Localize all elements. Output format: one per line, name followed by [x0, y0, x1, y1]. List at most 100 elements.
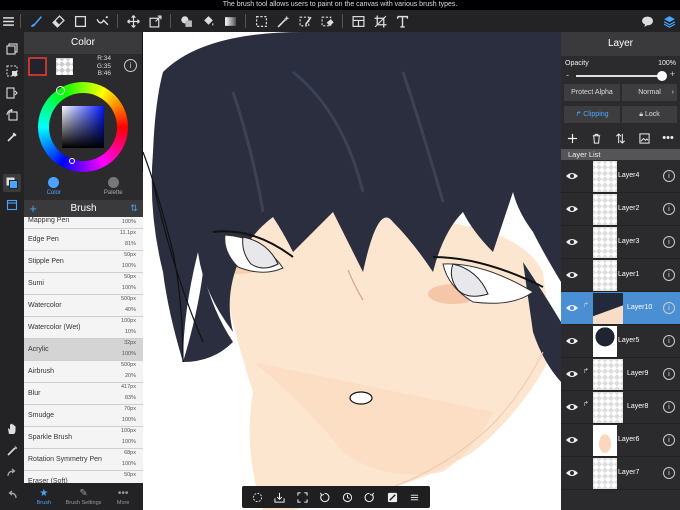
brush-item[interactable]: Mapping Pen 100% [24, 217, 143, 229]
tab-brush-settings[interactable]: ✎ Brush Settings [64, 483, 104, 510]
pen-stylus-icon[interactable] [3, 442, 21, 460]
layer-row[interactable]: Layer1 i [561, 259, 680, 292]
visibility-eye-icon[interactable] [565, 303, 579, 313]
trash-icon[interactable] [589, 130, 605, 146]
layer-row[interactable]: ↱ Layer9 i [561, 358, 680, 391]
lasso-select-icon[interactable] [250, 10, 272, 32]
snap-icon[interactable] [384, 489, 400, 505]
menu-icon[interactable] [407, 489, 423, 505]
flip-icon[interactable] [3, 84, 21, 102]
layer-row[interactable]: Layer4 i [561, 160, 680, 193]
select-all-icon[interactable] [3, 62, 21, 80]
rotate-left-icon[interactable] [317, 489, 333, 505]
rotate-right-icon[interactable] [362, 489, 378, 505]
brush-item[interactable]: Stipple Pen 50px 100% [24, 251, 143, 273]
brush-item[interactable]: Airbrush 500px 20% [24, 361, 143, 383]
blend-mode-select[interactable]: Normal › [622, 84, 677, 101]
gradient-icon[interactable] [219, 10, 241, 32]
brush-item[interactable]: Rotation Symmetry Pen 68px 100% [24, 449, 143, 471]
rectangle-icon[interactable] [69, 10, 91, 32]
info-icon[interactable]: i [124, 59, 137, 72]
layer-row[interactable]: Layer3 i [561, 226, 680, 259]
layer-info-icon[interactable]: i [663, 170, 675, 182]
undo-icon[interactable] [3, 486, 21, 504]
hue-knob[interactable] [56, 86, 65, 95]
layer-row[interactable]: Layer5 i [561, 325, 680, 358]
opacity-slider[interactable] [576, 71, 667, 81]
tab-more[interactable]: ••• More [103, 483, 143, 510]
copy-icon[interactable] [3, 40, 21, 58]
quick-select-icon[interactable] [249, 489, 265, 505]
redo-icon[interactable] [3, 464, 21, 482]
magic-brush-icon[interactable] [91, 10, 113, 32]
layer-info-icon[interactable]: i [663, 302, 675, 314]
layer-row[interactable]: ↱ Layer10 i [561, 292, 680, 325]
visibility-eye-icon[interactable] [565, 402, 579, 412]
tab-color[interactable]: Color [24, 172, 84, 200]
move-icon[interactable] [122, 10, 144, 32]
layer-info-icon[interactable]: i [663, 203, 675, 215]
drawing-canvas[interactable] [143, 32, 561, 510]
layer-row[interactable]: ↱ Layer8 i [561, 391, 680, 424]
brush-item[interactable]: Watercolor (Wet) 100px 10% [24, 317, 143, 339]
add-brush-button[interactable]: + [24, 201, 42, 216]
tab-palette[interactable]: Palette [84, 172, 144, 200]
layer-info-icon[interactable]: i [663, 368, 675, 380]
tab-brush[interactable]: ★ Brush [24, 483, 64, 510]
visibility-eye-icon[interactable] [565, 237, 579, 247]
sort-icon[interactable]: ⇅ [125, 203, 143, 214]
brush-item[interactable]: Smudge 70px 100% [24, 405, 143, 427]
select-pen-icon[interactable] [294, 10, 316, 32]
bucket-icon[interactable] [197, 10, 219, 32]
brush-item[interactable]: Sumi 50px 100% [24, 273, 143, 295]
visibility-eye-icon[interactable] [565, 435, 579, 445]
sv-knob[interactable] [69, 158, 75, 164]
layer-row[interactable]: Layer7 i [561, 457, 680, 490]
visibility-eye-icon[interactable] [565, 369, 579, 379]
transform-icon[interactable] [144, 10, 166, 32]
panel-toggle-icon[interactable] [3, 196, 21, 214]
layers-icon[interactable] [658, 10, 680, 32]
color-toggle-icon[interactable] [3, 174, 21, 192]
layer-info-icon[interactable]: i [663, 335, 675, 347]
layer-info-icon[interactable]: i [663, 467, 675, 479]
layer-info-icon[interactable]: i [663, 236, 675, 248]
save-to-device-icon[interactable] [272, 489, 288, 505]
brush-item[interactable]: Acrylic 32px 100% [24, 339, 143, 361]
select-eraser-icon[interactable] [316, 10, 338, 32]
opacity-decrease-icon[interactable]: - [566, 70, 569, 80]
import-image-icon[interactable] [636, 130, 652, 146]
brush-item[interactable]: Eraser (Soft) 50px [24, 471, 143, 483]
visibility-eye-icon[interactable] [565, 204, 579, 214]
visibility-eye-icon[interactable] [565, 336, 579, 346]
layout-icon[interactable] [347, 10, 369, 32]
add-layer-icon[interactable] [565, 130, 581, 146]
rotate-canvas-icon[interactable] [3, 106, 21, 124]
saturation-value-square[interactable] [62, 106, 104, 164]
hand-icon[interactable] [3, 420, 21, 438]
layer-info-icon[interactable]: i [663, 401, 675, 413]
zoom-fit-icon[interactable] [294, 489, 310, 505]
eraser-icon[interactable] [47, 10, 69, 32]
protect-alpha-button[interactable]: Protect Alpha [564, 84, 620, 101]
fill-icon[interactable] [175, 10, 197, 32]
lock-button[interactable]: 🔒︎ Lock [622, 106, 677, 123]
color-wheel[interactable] [38, 82, 128, 172]
brush-icon[interactable] [25, 10, 47, 32]
magic-wand-icon[interactable] [272, 10, 294, 32]
visibility-eye-icon[interactable] [565, 171, 579, 181]
layer-info-icon[interactable]: i [663, 269, 675, 281]
text-icon[interactable] [391, 10, 413, 32]
opacity-increase-icon[interactable]: + [670, 69, 675, 79]
clipping-button[interactable]: ↱ Clipping [564, 106, 620, 123]
main-color-swatch[interactable] [28, 57, 47, 76]
layer-more-icon[interactable]: ••• [660, 130, 676, 146]
layer-row[interactable]: Layer2 i [561, 193, 680, 226]
brush-item[interactable]: Sparkle Brush 100px 100% [24, 427, 143, 449]
brush-item[interactable]: Blur 417px 83% [24, 383, 143, 405]
visibility-eye-icon[interactable] [565, 270, 579, 280]
brush-item[interactable]: Watercolor 500px 40% [24, 295, 143, 317]
layer-row[interactable]: Layer6 i [561, 424, 680, 457]
chat-icon[interactable] [636, 10, 658, 32]
sub-color-swatch[interactable] [56, 58, 73, 75]
